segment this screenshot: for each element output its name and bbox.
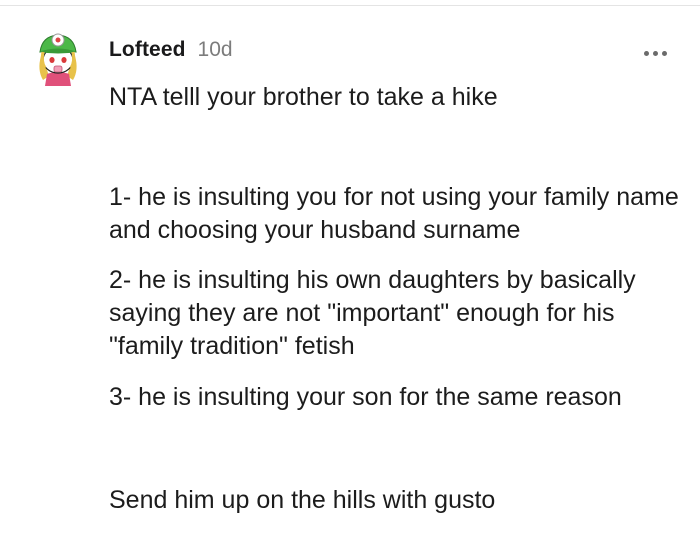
- snoo-avatar-icon: [39, 33, 77, 86]
- more-options-button[interactable]: [639, 44, 671, 62]
- user-avatar[interactable]: [33, 30, 83, 86]
- more-horizontal-icon-dot: [661, 50, 667, 56]
- more-horizontal-icon-dot: [652, 50, 658, 56]
- more-horizontal-icon: [643, 50, 649, 56]
- username-link[interactable]: Lofteed: [109, 38, 186, 62]
- comment-paragraph: 3- he is insulting your son for the same…: [109, 383, 622, 411]
- comment-header: Lofteed 10d: [109, 38, 233, 68]
- comment-paragraph: NTA telll your brother to take a hike: [109, 83, 498, 111]
- comment-paragraph: 1- he is insulting you for not using you…: [109, 183, 679, 244]
- top-divider: [0, 5, 700, 6]
- comment-timestamp[interactable]: 10d: [198, 38, 233, 62]
- comment-paragraph: Send him up on the hills with gusto: [109, 486, 496, 514]
- comment-paragraph: 2- he is insulting his own daughters by …: [109, 266, 636, 360]
